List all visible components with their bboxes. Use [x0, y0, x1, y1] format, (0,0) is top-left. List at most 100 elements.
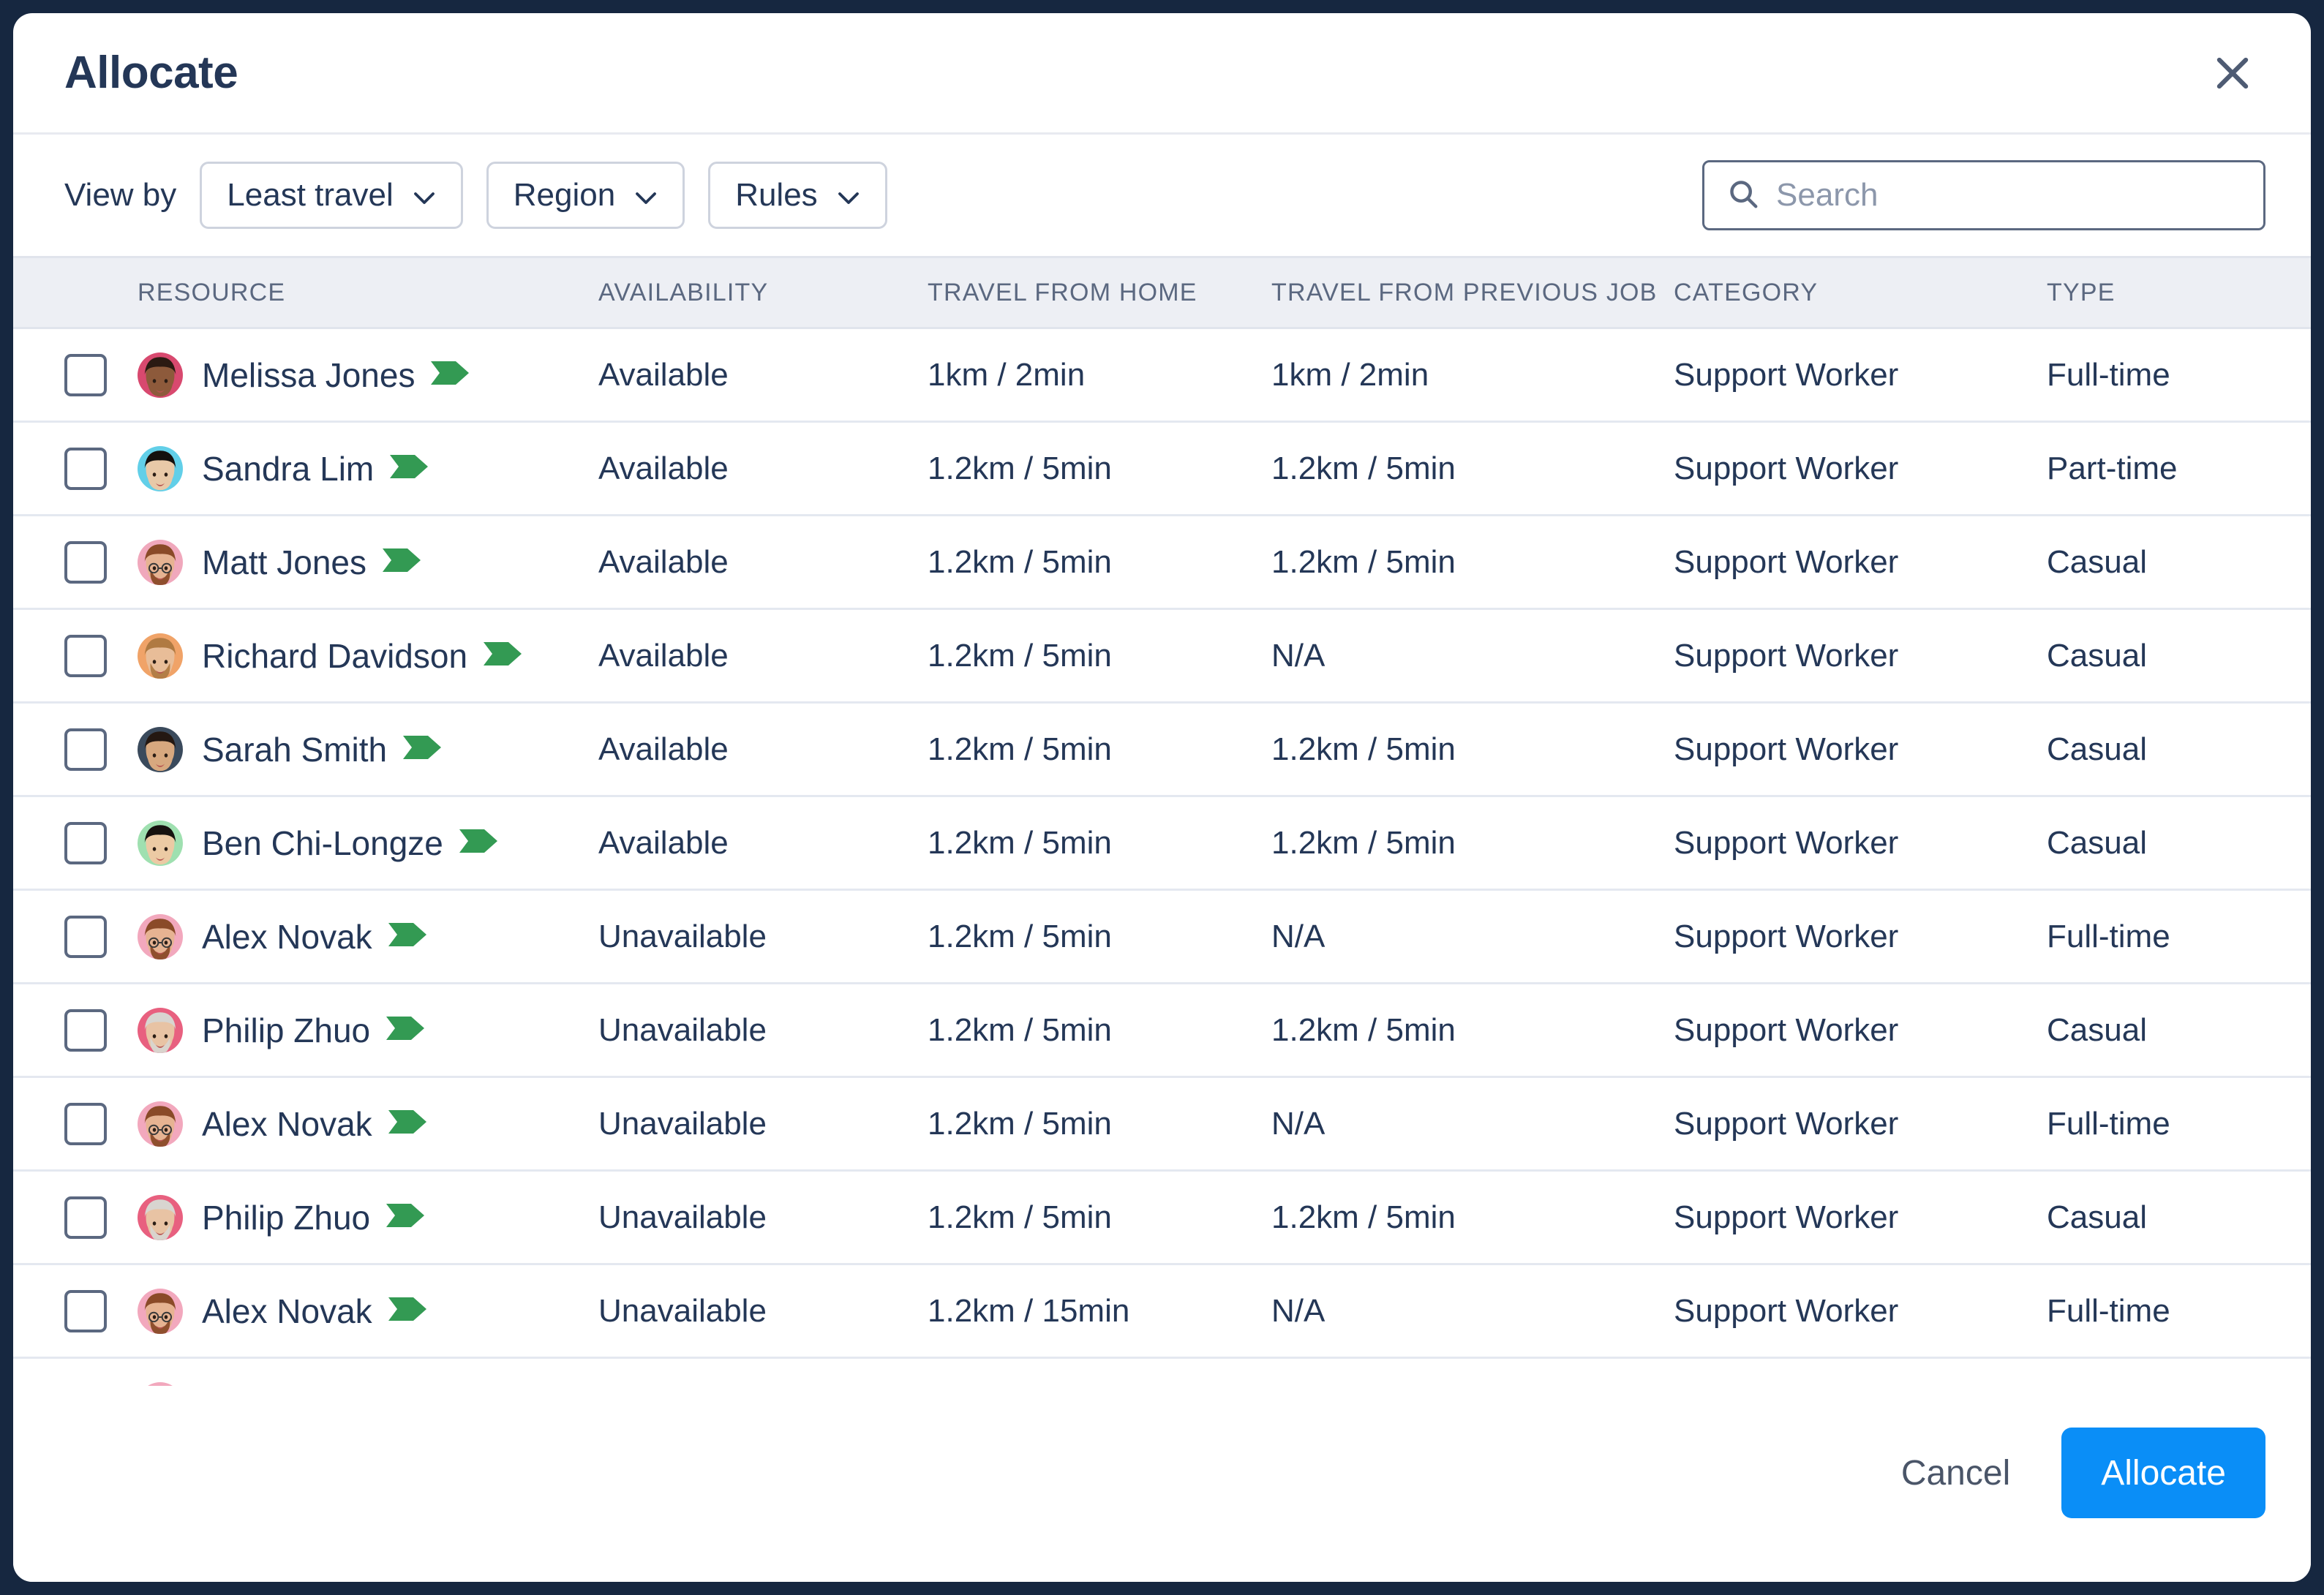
type-cell: Casual: [2047, 825, 2310, 861]
close-icon: [2210, 50, 2255, 96]
travel-from-home-cell: 1.2km / 5min: [928, 450, 1271, 487]
green-flag-icon: [402, 733, 443, 766]
table-row[interactable]: Richard Davidson Available1.2km / 5minN/…: [13, 610, 2311, 704]
travel-from-home-cell: 1.2km / 5min: [928, 638, 1271, 674]
availability-cell: Unavailable: [598, 1106, 928, 1142]
category-cell: Support Worker: [1674, 825, 2047, 861]
close-button[interactable]: [2200, 40, 2265, 106]
category-cell: Support Worker: [1674, 1012, 2047, 1049]
filter-least-travel-label: Least travel: [227, 177, 393, 214]
table-row[interactable]: Melissa Jones Available1km / 2min1km / 2…: [13, 329, 2311, 423]
search-input[interactable]: [1776, 177, 2241, 214]
travel-from-previous-job-cell: 1km / 2min: [1271, 357, 1674, 393]
filter-least-travel[interactable]: Least travel: [200, 162, 462, 229]
table-row[interactable]: Alex Novak Unavailable1.2km / 5minN/ASup…: [13, 891, 2311, 984]
row-select-cell: [64, 728, 138, 771]
green-flag-icon: [388, 452, 429, 481]
filter-rules[interactable]: Rules: [708, 162, 887, 229]
table-row[interactable]: Ben Chi-Longze Available1.2km / 5min1.2k…: [13, 797, 2311, 891]
availability-cell: Unavailable: [598, 1012, 928, 1049]
column-header-travel-from-previous-job[interactable]: TRAVEL FROM PREVIOUS JOB: [1271, 279, 1674, 307]
avatar: [138, 633, 183, 679]
row-checkbox[interactable]: [64, 916, 107, 958]
resource-name: Alex Novak: [202, 1104, 372, 1144]
avatar: [138, 821, 183, 866]
category-cell: Support Worker: [1674, 1106, 2047, 1142]
resource-cell: Alex Novak: [138, 914, 598, 959]
category-cell: Support Worker: [1674, 1293, 2047, 1330]
travel-from-home-cell: 1.2km / 15min: [928, 1293, 1271, 1330]
travel-from-home-cell: 1.2km / 5min: [928, 1106, 1271, 1142]
row-select-cell: [64, 1196, 138, 1239]
category-cell: Support Worker: [1674, 1199, 2047, 1236]
green-flag-icon: [387, 1294, 428, 1327]
avatar: [138, 914, 183, 959]
category-cell: Support Worker: [1674, 638, 2047, 674]
type-cell: Casual: [2047, 1012, 2310, 1049]
cancel-button[interactable]: Cancel: [1889, 1438, 2022, 1508]
column-header-availability[interactable]: AVAILABILITY: [598, 279, 928, 307]
resource-cell: [138, 1382, 598, 1387]
table-row[interactable]: [13, 1359, 2311, 1386]
row-checkbox[interactable]: [64, 448, 107, 490]
travel-from-previous-job-cell: N/A: [1271, 919, 1674, 955]
search-box[interactable]: [1702, 160, 2265, 230]
row-select-cell: [64, 1103, 138, 1145]
availability-cell: Unavailable: [598, 1199, 928, 1236]
table-row[interactable]: Alex Novak Unavailable1.2km / 5minN/ASup…: [13, 1078, 2311, 1172]
green-flag-icon: [429, 358, 470, 388]
availability-cell: Available: [598, 825, 928, 861]
row-checkbox[interactable]: [64, 354, 107, 396]
avatar: [138, 1382, 183, 1387]
category-cell: Support Worker: [1674, 357, 2047, 393]
allocate-button[interactable]: Allocate: [2061, 1428, 2265, 1518]
green-flag-icon: [482, 639, 523, 672]
avatar: [138, 1289, 183, 1334]
row-checkbox[interactable]: [64, 822, 107, 864]
filter-group: Least travel Region Rules: [200, 162, 887, 229]
travel-from-previous-job-cell: 1.2km / 5min: [1271, 1012, 1674, 1049]
green-flag-icon: [387, 920, 428, 953]
green-flag-icon: [387, 1107, 428, 1136]
row-checkbox[interactable]: [64, 1196, 107, 1239]
row-select-cell: [64, 916, 138, 958]
category-cell: Support Worker: [1674, 919, 2047, 955]
filter-region[interactable]: Region: [486, 162, 685, 229]
row-checkbox[interactable]: [64, 1290, 107, 1332]
availability-cell: Available: [598, 544, 928, 581]
table-row[interactable]: Philip Zhuo Unavailable1.2km / 5min1.2km…: [13, 984, 2311, 1078]
travel-from-previous-job-cell: 1.2km / 5min: [1271, 544, 1674, 581]
row-checkbox[interactable]: [64, 1009, 107, 1052]
green-flag-icon: [381, 546, 422, 578]
modal-header: Allocate: [13, 13, 2311, 135]
availability-cell: Available: [598, 638, 928, 674]
table-row[interactable]: Matt Jones Available1.2km / 5min1.2km / …: [13, 516, 2311, 610]
resource-table-body[interactable]: Melissa Jones Available1km / 2min1km / 2…: [13, 329, 2311, 1386]
green-flag-icon: [482, 639, 523, 668]
category-cell: Support Worker: [1674, 544, 2047, 581]
type-cell: Full-time: [2047, 1106, 2310, 1142]
row-checkbox[interactable]: [64, 728, 107, 771]
green-flag-icon: [385, 1014, 426, 1043]
column-header-travel-from-home[interactable]: TRAVEL FROM HOME: [928, 279, 1271, 307]
column-header-type[interactable]: TYPE: [2047, 279, 2310, 307]
row-checkbox[interactable]: [64, 1103, 107, 1145]
row-checkbox[interactable]: [64, 541, 107, 584]
travel-from-previous-job-cell: N/A: [1271, 638, 1674, 674]
travel-from-previous-job-cell: 1.2km / 5min: [1271, 731, 1674, 768]
table-row[interactable]: Alex Novak Unavailable1.2km / 15minN/ASu…: [13, 1265, 2311, 1359]
column-header-category[interactable]: CATEGORY: [1674, 279, 2047, 307]
resource-name: Richard Davidson: [202, 636, 467, 676]
row-checkbox[interactable]: [64, 635, 107, 677]
table-row[interactable]: Philip Zhuo Unavailable1.2km / 5min1.2km…: [13, 1172, 2311, 1265]
type-cell: Full-time: [2047, 1293, 2310, 1330]
page-title: Allocate: [64, 47, 238, 99]
column-header-resource[interactable]: RESOURCE: [138, 279, 598, 307]
type-cell: Casual: [2047, 638, 2310, 674]
travel-from-previous-job-cell: N/A: [1271, 1106, 1674, 1142]
resource-cell: Richard Davidson: [138, 633, 598, 679]
table-row[interactable]: Sandra Lim Available1.2km / 5min1.2km / …: [13, 423, 2311, 516]
travel-from-home-cell: 1km / 2min: [928, 357, 1271, 393]
green-flag-icon: [387, 1294, 428, 1324]
table-row[interactable]: Sarah Smith Available1.2km / 5min1.2km /…: [13, 704, 2311, 797]
